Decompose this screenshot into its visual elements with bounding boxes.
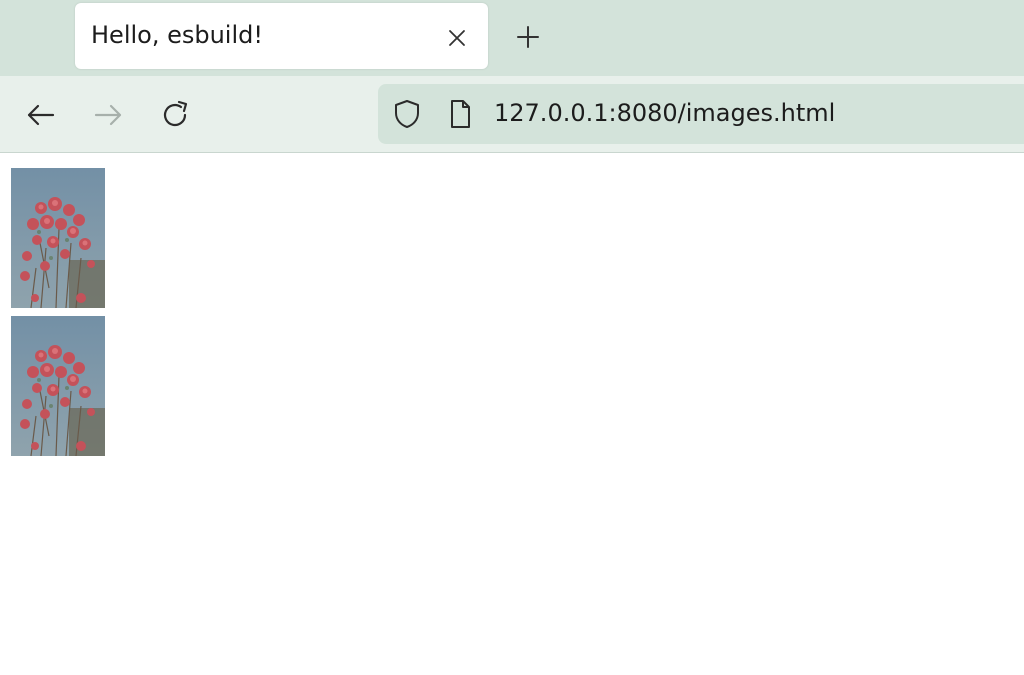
navigation-toolbar: 127.0.0.1:8080/images.html [0, 76, 1024, 153]
shield-icon[interactable] [391, 98, 423, 130]
reload-icon[interactable] [159, 98, 193, 132]
arrow-left-icon[interactable] [24, 98, 58, 132]
red-flowers-photo [11, 316, 105, 456]
tab-active[interactable]: Hello, esbuild! [75, 3, 488, 69]
page-content [0, 153, 1024, 675]
close-icon[interactable] [444, 25, 470, 51]
address-bar[interactable]: 127.0.0.1:8080/images.html [378, 84, 1024, 144]
page-icon[interactable] [444, 98, 476, 130]
tab-strip: Hello, esbuild! [0, 0, 1024, 76]
plus-icon[interactable] [513, 22, 543, 52]
red-flowers-photo [11, 168, 105, 308]
url-text[interactable]: 127.0.0.1:8080/images.html [494, 99, 835, 127]
tab-title: Hello, esbuild! [91, 21, 263, 49]
arrow-right-icon[interactable] [91, 98, 125, 132]
